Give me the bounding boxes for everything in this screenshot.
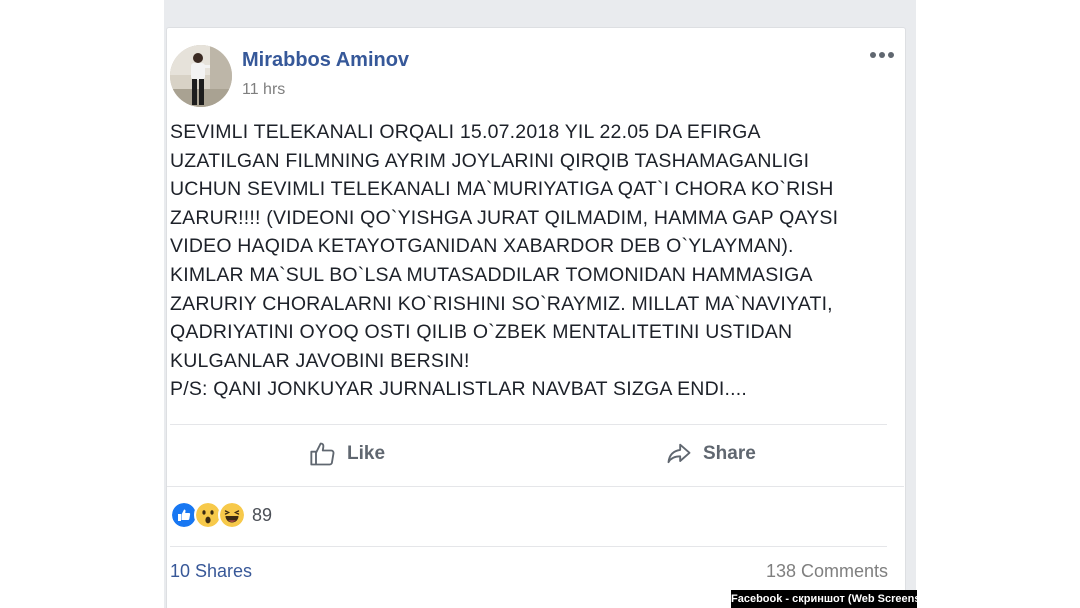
post-text-line: QADRIYATINI OYOQ OSTI QILIB O`ZBEK MENTA… <box>170 321 793 344</box>
share-button[interactable]: Share <box>665 438 756 470</box>
author-name[interactable]: Mirabbos Aminov <box>242 49 409 72</box>
avatar[interactable] <box>170 45 232 107</box>
reaction-count: 89 <box>252 504 273 525</box>
post-text-line: UZATILGAN FILMNING AYRIM JOYLARINI QIRQI… <box>170 149 810 172</box>
share-arrow-icon <box>667 443 691 464</box>
dot <box>879 52 885 58</box>
post-text-line: UCHUN SEVIMLI TELEKANALI MA`MURIYATIGA Q… <box>170 178 834 201</box>
post-text-line: KULGANLAR JAVOBINI BERSIN! <box>170 349 470 372</box>
post-text-line: SEVIMLI TELEKANALI ORQALI 15.07.2018 YIL… <box>170 121 761 143</box>
reactions-summary[interactable]: 89 <box>170 501 272 529</box>
share-label: Share <box>703 443 756 464</box>
post-text: SEVIMLI TELEKANALI ORQALI 15.07.2018 YIL… <box>170 118 895 404</box>
like-label: Like <box>347 443 386 464</box>
divider <box>170 546 887 547</box>
post-text-line: KIMLAR MA`SUL BO`LSA MUTASADDILAR TOMONI… <box>170 263 813 286</box>
thumbs-up-icon <box>310 442 335 466</box>
shares-count-link[interactable]: 10 Shares <box>170 561 252 582</box>
divider <box>170 424 887 425</box>
avatar-photo <box>170 45 232 107</box>
screenshot-caption: Facebook - скриншот (Web Screenshot) <box>731 590 941 608</box>
divider <box>167 486 904 487</box>
haha-icon <box>218 501 246 529</box>
post-timestamp[interactable]: 11 hrs <box>242 81 285 99</box>
dot <box>870 52 876 58</box>
post-text-line: ZARUR!!!! (VIDEONI QO`YISHGA JURAT QILMA… <box>170 206 839 229</box>
dot <box>888 52 894 58</box>
post-text-line: P/S: QANI JONKUYAR JURNALISTLAR NAVBAT S… <box>170 378 747 401</box>
more-options-icon[interactable] <box>867 46 897 64</box>
post-text-line: ZARURIY CHORALARNI KO`RISHINI SO`RAYMIZ.… <box>170 292 833 315</box>
like-button[interactable]: Like <box>309 438 385 470</box>
comments-count-link[interactable]: 138 Comments <box>766 561 888 582</box>
post-card: Mirabbos Aminov 11 hrs SEVIMLI TELEKANAL… <box>166 27 906 608</box>
post-text-line: VIDEO HAQIDA KETAYOTGANIDAN XABARDOR DEB… <box>170 235 794 258</box>
